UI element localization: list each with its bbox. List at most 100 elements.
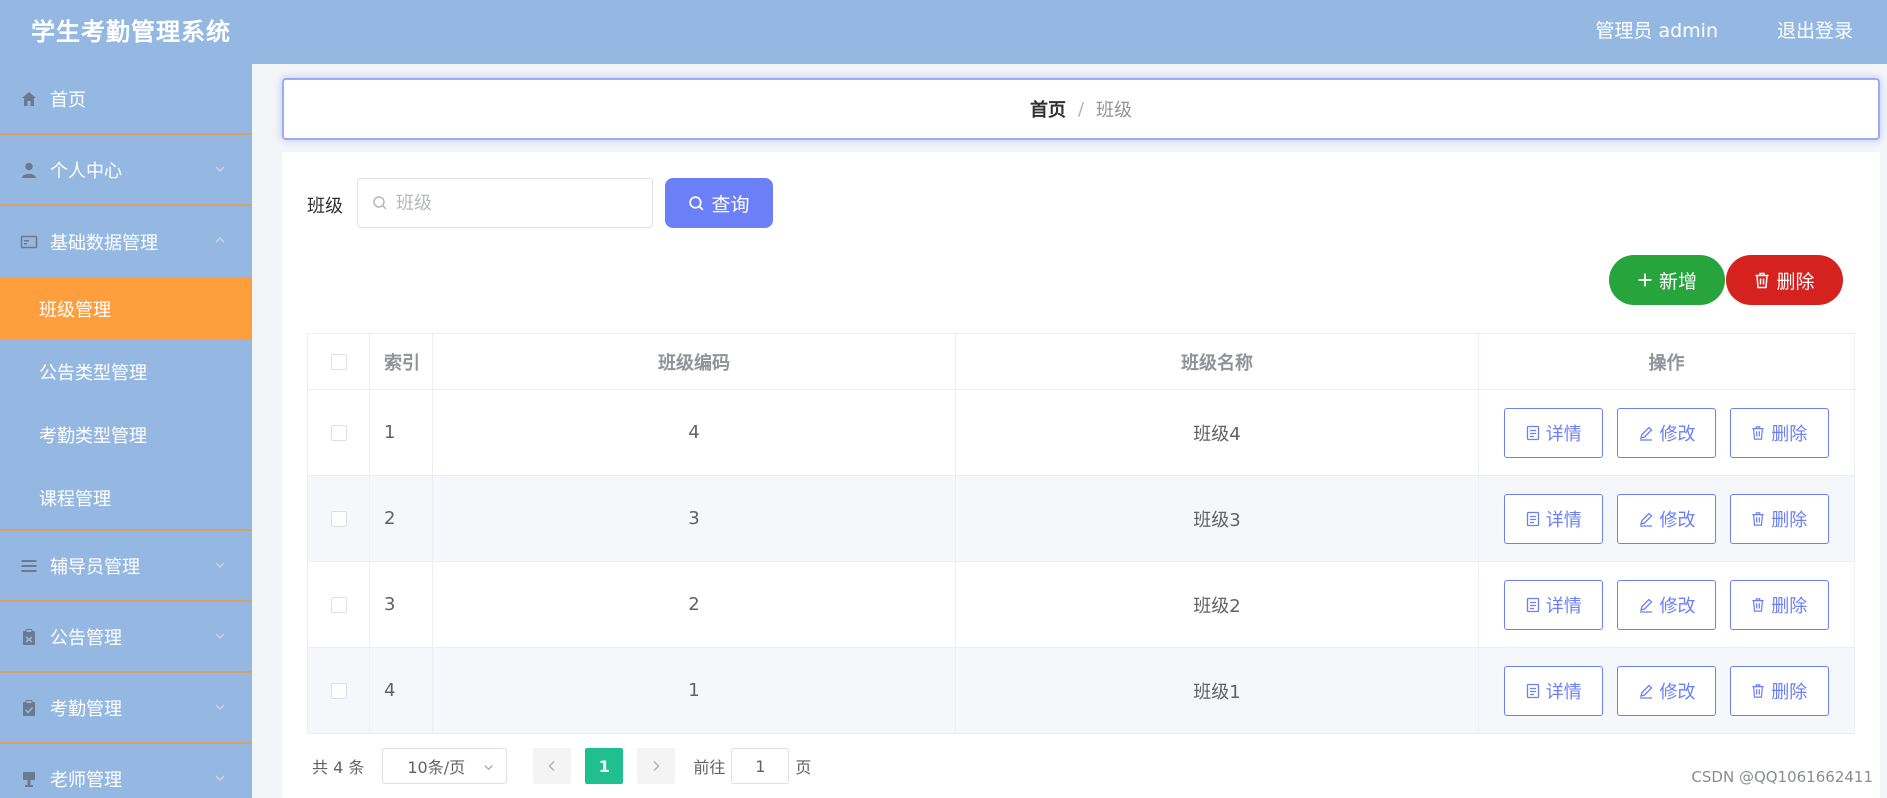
- delete-label: 删除: [1771, 595, 1808, 617]
- edit-label: 修改: [1659, 509, 1696, 531]
- next-page-button[interactable]: [637, 748, 676, 784]
- sidebar-subitem-attendance-type[interactable]: 考勤类型管理: [0, 403, 252, 466]
- check-clipboard-icon: [20, 699, 38, 717]
- cell-index: 2: [369, 475, 433, 562]
- search-label: 班级: [307, 196, 343, 217]
- pagination: 共 4 条 10条/页 1 前往 页: [312, 748, 811, 784]
- delete-button[interactable]: 删除: [1729, 407, 1829, 458]
- chevron-up-icon: [215, 236, 225, 243]
- cell-name: 班级4: [955, 389, 1479, 476]
- page-size-select[interactable]: 10条/页: [382, 748, 508, 784]
- edit-button[interactable]: 修改: [1617, 579, 1716, 630]
- select-all-cell: [307, 333, 370, 390]
- total-count: 共 4 条: [312, 758, 365, 777]
- plus-icon: [1638, 273, 1652, 287]
- table-row: 4 1 班级1 详情 修改 删除: [307, 647, 1855, 734]
- goto-page-input[interactable]: [731, 748, 790, 784]
- select-all-checkbox[interactable]: [330, 354, 347, 370]
- cell-ops: 详情 修改 删除: [1478, 561, 1855, 648]
- header-index: 索引: [369, 333, 433, 390]
- page-number-active[interactable]: 1: [585, 748, 624, 784]
- batch-delete-label: 删除: [1776, 270, 1815, 293]
- cell-index: 3: [369, 561, 433, 648]
- row-check-cell: [307, 389, 370, 476]
- admin-label: 管理员 admin: [1595, 20, 1718, 42]
- sidebar-subitem-course[interactable]: 课程管理: [0, 466, 252, 529]
- sidebar-item-attendance[interactable]: 考勤管理: [0, 673, 252, 744]
- sidebar-item-label: 基础数据管理: [50, 232, 158, 254]
- add-button[interactable]: 新增: [1609, 255, 1725, 305]
- cell-code: 4: [432, 389, 956, 476]
- search-field[interactable]: [357, 178, 653, 228]
- sidebar-item-label: 个人中心: [50, 160, 122, 182]
- sidebar-item-personal-center[interactable]: 个人中心: [0, 135, 252, 206]
- user-icon: [20, 161, 38, 179]
- stamp-icon: [20, 770, 38, 788]
- chevron-down-icon: [215, 633, 225, 640]
- document-icon: [1526, 597, 1539, 612]
- delete-button[interactable]: 删除: [1729, 493, 1829, 544]
- chevron-down-icon: [215, 562, 225, 569]
- clipboard-icon: [20, 628, 38, 646]
- query-button[interactable]: 查询: [665, 178, 773, 228]
- home-icon: [20, 90, 38, 108]
- row-checkbox[interactable]: [330, 683, 347, 699]
- table-row: 3 2 班级2 详情 修改 删除: [307, 561, 1855, 648]
- add-button-label: 新增: [1658, 270, 1697, 293]
- delete-button[interactable]: 删除: [1729, 665, 1829, 716]
- detail-button[interactable]: 详情: [1504, 493, 1604, 544]
- sidebar-item-basic-data[interactable]: 基础数据管理: [0, 206, 252, 277]
- sidebar-item-teacher[interactable]: 老师管理: [0, 744, 252, 798]
- document-icon: [1526, 683, 1539, 698]
- chevron-down-icon: [484, 765, 494, 771]
- detail-label: 详情: [1545, 681, 1582, 703]
- search-icon: [373, 196, 387, 210]
- detail-label: 详情: [1545, 423, 1582, 445]
- sidebar-item-counselor[interactable]: 辅导员管理: [0, 531, 252, 602]
- row-check-cell: [307, 475, 370, 562]
- cell-name: 班级3: [955, 475, 1479, 562]
- detail-button[interactable]: 详情: [1504, 665, 1604, 716]
- sidebar-item-home[interactable]: 首页: [0, 64, 252, 135]
- trash-icon: [1752, 597, 1764, 612]
- list-icon: [20, 557, 38, 575]
- page-size-value: 10条/页: [407, 758, 466, 777]
- header-name: 班级名称: [955, 333, 1479, 390]
- goto-label: 前往: [693, 758, 726, 777]
- edit-button[interactable]: 修改: [1617, 493, 1716, 544]
- chevron-down-icon: [215, 166, 225, 173]
- prev-page-button[interactable]: [533, 748, 572, 784]
- detail-button[interactable]: 详情: [1504, 579, 1604, 630]
- cell-code: 3: [432, 475, 956, 562]
- watermark: CSDN @QQ1061662411: [1691, 768, 1873, 786]
- sidebar-subitem-class[interactable]: 班级管理: [0, 277, 252, 340]
- row-checkbox[interactable]: [330, 425, 347, 441]
- row-checkbox[interactable]: [330, 511, 347, 527]
- edit-button[interactable]: 修改: [1617, 407, 1716, 458]
- search-input[interactable]: [396, 192, 636, 214]
- cell-name: 班级2: [955, 561, 1479, 648]
- sidebar-subitem-notice-type[interactable]: 公告类型管理: [0, 340, 252, 403]
- cell-index: 1: [369, 389, 433, 476]
- header-ops: 操作: [1478, 333, 1855, 390]
- detail-label: 详情: [1545, 595, 1582, 617]
- edit-button[interactable]: 修改: [1617, 665, 1716, 716]
- sidebar: 首页 个人中心 基础数据管理 班级管理 公告类型管理 考勤类型管理 课程管理 辅…: [0, 64, 252, 798]
- delete-button[interactable]: 删除: [1729, 579, 1829, 630]
- logout-link[interactable]: 退出登录: [1777, 16, 1853, 43]
- edit-label: 修改: [1659, 681, 1696, 703]
- cell-code: 1: [432, 647, 956, 734]
- cell-ops: 详情 修改 删除: [1478, 389, 1855, 476]
- sidebar-item-notice[interactable]: 公告管理: [0, 602, 252, 673]
- detail-button[interactable]: 详情: [1504, 407, 1604, 458]
- row-checkbox[interactable]: [330, 597, 347, 613]
- search-icon: [689, 195, 704, 210]
- chevron-down-icon: [215, 775, 225, 782]
- breadcrumb-home[interactable]: 首页: [1030, 96, 1066, 122]
- sidebar-item-label: 首页: [50, 89, 86, 111]
- trash-icon: [1755, 272, 1769, 288]
- table-row: 2 3 班级3 详情 修改 删除: [307, 475, 1855, 562]
- cell-name: 班级1: [955, 647, 1479, 734]
- batch-delete-button[interactable]: 删除: [1726, 255, 1843, 305]
- row-check-cell: [307, 647, 370, 734]
